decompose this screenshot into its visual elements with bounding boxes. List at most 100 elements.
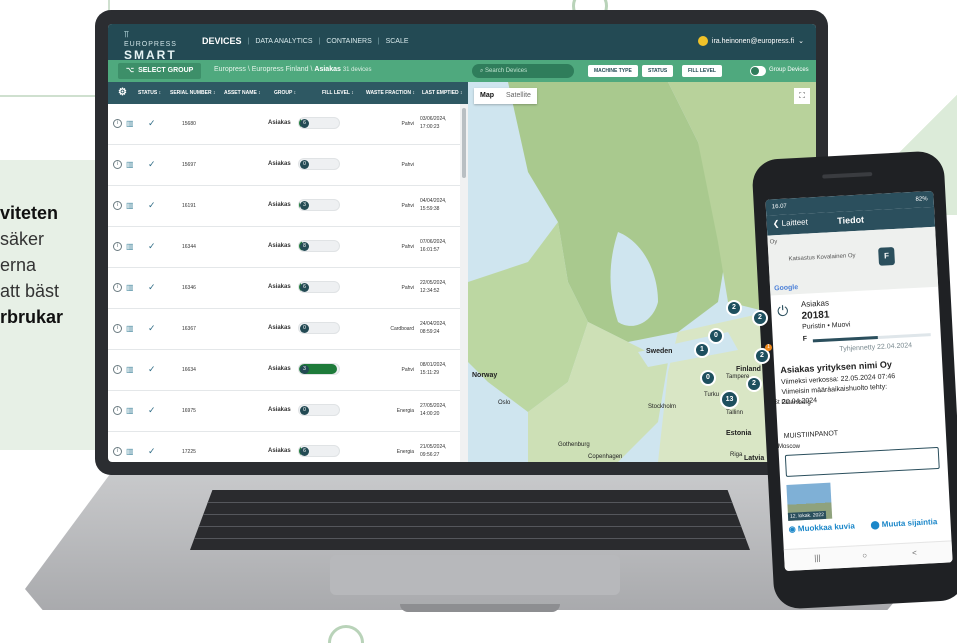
column-group[interactable]: GROUP ↕ bbox=[274, 90, 296, 96]
column-status[interactable]: STATUS ↕ bbox=[138, 90, 161, 96]
map-label-sweden: Sweden bbox=[646, 348, 673, 355]
waste-fraction: Pahvi bbox=[401, 285, 414, 291]
recent-apps-button[interactable]: ||| bbox=[814, 553, 821, 562]
last-emptied-time: 12:34:52 bbox=[420, 288, 440, 294]
breadcrumb-item[interactable]: Europress \ bbox=[214, 66, 250, 73]
filter-toolbar: ⌥ SELECT GROUP Europress \ Europress Fin… bbox=[108, 60, 816, 82]
breadcrumb-item[interactable]: Europress Finland \ bbox=[252, 66, 313, 73]
fill-level-indicator: 0 bbox=[298, 158, 340, 170]
column-fill-level[interactable]: FILL LEVEL ↕ bbox=[322, 90, 354, 96]
chart-icon[interactable]: ▥ bbox=[126, 201, 134, 210]
info-icon[interactable]: i bbox=[113, 201, 122, 210]
last-emptied-time: 17:00:23 bbox=[420, 124, 440, 130]
waste-fraction: Cardboard bbox=[390, 326, 414, 332]
main-nav: DEVICES | DATA ANALYTICS | CONTAINERS | … bbox=[202, 36, 409, 46]
map-label-estonia: Estonia bbox=[726, 430, 752, 437]
table-row[interactable]: i ▥ ✓ 16344 Asiakas 8 Pahvi 07/06/2024, 16:01:57 bbox=[108, 227, 460, 268]
info-icon[interactable]: i bbox=[113, 242, 122, 251]
map-cluster-marker[interactable]: 1 bbox=[694, 342, 710, 358]
machine-type-filter[interactable]: MACHINE TYPE bbox=[588, 65, 638, 77]
last-emptied: 03/06/2024, 17:00:23 bbox=[420, 115, 446, 131]
decorative-line bbox=[0, 95, 110, 97]
serial-number: 16975 bbox=[182, 408, 196, 414]
status-filter[interactable]: STATUS bbox=[642, 65, 674, 77]
last-emptied-date: 24/04/2024, bbox=[420, 321, 447, 327]
map-cluster-marker[interactable]: 2 bbox=[752, 310, 768, 326]
tab-satellite[interactable]: Satellite bbox=[500, 88, 537, 104]
nav-scale[interactable]: SCALE bbox=[386, 38, 409, 45]
table-row[interactable]: i ▥ ✓ 15680 Asiakas 6 Pahvi 03/06/2024, 17:00:23 bbox=[108, 104, 460, 145]
map-cluster-marker[interactable]: 2 bbox=[726, 300, 742, 316]
column-last-emptied[interactable]: LAST EMPTIED ↕ bbox=[422, 90, 463, 96]
chart-icon[interactable]: ▥ bbox=[126, 283, 134, 292]
device-photo[interactable]: 12. lokak. 2022 bbox=[786, 482, 833, 521]
notes-input[interactable] bbox=[784, 446, 940, 477]
info-icon[interactable]: i bbox=[113, 160, 122, 169]
serial-number: 16346 bbox=[182, 285, 196, 291]
user-email: ira.heinonen@europress.fi bbox=[711, 37, 795, 45]
power-icon: ⏻ bbox=[776, 302, 789, 320]
serial-number: 16367 bbox=[182, 326, 196, 332]
check-icon: ✓ bbox=[148, 446, 156, 456]
edit-photos-button[interactable]: ◉ Muokkaa kuvia bbox=[788, 521, 855, 533]
column-serial-number[interactable]: SERIAL NUMBER ↕ bbox=[170, 90, 215, 96]
user-menu[interactable]: ira.heinonen@europress.fi ⌄ bbox=[697, 36, 804, 46]
chart-icon[interactable]: ▥ bbox=[126, 447, 134, 456]
chart-icon[interactable]: ▥ bbox=[126, 406, 134, 415]
check-icon: ✓ bbox=[148, 241, 156, 251]
waste-fraction: Energia bbox=[396, 449, 414, 455]
tab-map[interactable]: Map bbox=[474, 88, 500, 104]
chart-icon[interactable]: ▥ bbox=[126, 365, 134, 374]
info-icon[interactable]: i bbox=[113, 365, 122, 374]
table-row[interactable]: i ▥ ✓ 15697 Asiakas 0 Pahvi bbox=[108, 145, 460, 186]
scrollbar-thumb[interactable] bbox=[462, 108, 466, 178]
info-icon[interactable]: i bbox=[113, 406, 122, 415]
group-devices-label: Group Devices bbox=[769, 67, 809, 73]
table-row[interactable]: i ▥ ✓ 16634 Asiakas 3 Pahvi 08/01/2024, 15:11:29 bbox=[108, 350, 460, 391]
device-table: i ▥ ✓ 15680 Asiakas 6 Pahvi 03/06/2024, 17:00:23… bbox=[108, 104, 460, 462]
change-location-button[interactable]: ⬤ Muuta sijaintia bbox=[870, 517, 937, 529]
select-group-button[interactable]: ⌥ SELECT GROUP bbox=[118, 63, 202, 79]
chart-icon[interactable]: ▥ bbox=[126, 242, 134, 251]
table-row[interactable]: i ▥ ✓ 16367 Asiakas 0 Cardboard 24/04/2024, 08:5… bbox=[108, 309, 460, 350]
group-name: Asiakas bbox=[268, 407, 291, 413]
chart-icon[interactable]: ▥ bbox=[126, 324, 134, 333]
map-cluster-marker[interactable]: 0 bbox=[700, 370, 716, 386]
chart-icon[interactable]: ▥ bbox=[126, 160, 134, 169]
info-icon[interactable]: i bbox=[113, 324, 122, 333]
europress-logo[interactable]: ⫪ EUROPRESS SMART bbox=[124, 29, 184, 62]
table-row[interactable]: i ▥ ✓ 16975 Asiakas 0 Energia 27/05/2024, 14:00:… bbox=[108, 391, 460, 432]
breadcrumb-current: Asiakas bbox=[314, 66, 341, 73]
nav-back-button[interactable]: < bbox=[912, 548, 917, 557]
last-maintenance: Viimeisin määräaikaishuolto tehty: bbox=[781, 383, 888, 397]
phone-mini-map[interactable]: Oy Katsastus Kovalainen Oy F Google bbox=[767, 226, 939, 296]
nav-devices[interactable]: DEVICES bbox=[202, 36, 242, 46]
gear-icon[interactable]: ⚙ bbox=[118, 87, 127, 98]
map-cluster-marker[interactable]: 0 bbox=[708, 328, 724, 344]
info-icon[interactable]: i bbox=[113, 119, 122, 128]
table-row[interactable]: i ▥ ✓ 17225 Asiakas 6 Energia 21/05/2024, 09:56:… bbox=[108, 432, 460, 462]
last-emptied-time: 15:59:38 bbox=[420, 206, 440, 212]
fill-level-filter[interactable]: FILL LEVEL bbox=[682, 65, 722, 77]
search-input[interactable]: ⌕ Search Devices bbox=[472, 64, 574, 78]
chart-icon[interactable]: ▥ bbox=[126, 119, 134, 128]
group-name: Asiakas bbox=[268, 243, 291, 249]
info-icon[interactable]: i bbox=[113, 283, 122, 292]
info-icon[interactable]: i bbox=[113, 447, 122, 456]
last-emptied: 22/05/2024, 12:34:52 bbox=[420, 279, 446, 295]
column-asset-name[interactable]: ASSET NAME ↕ bbox=[224, 90, 261, 96]
fill-level-number: 3 bbox=[300, 365, 309, 374]
column-waste-fraction[interactable]: WASTE FRACTION ↕ bbox=[366, 90, 415, 96]
last-emptied-date: 03/06/2024, bbox=[420, 116, 447, 122]
table-row[interactable]: i ▥ ✓ 16191 Asiakas 3 Pahvi 04/04/2024, 15:59:38 bbox=[108, 186, 460, 227]
fullscreen-icon[interactable]: ⛶ bbox=[794, 88, 810, 104]
top-navigation-bar: ⫪ EUROPRESS SMART DEVICES | DATA ANALYTI… bbox=[108, 24, 816, 62]
group-devices-toggle[interactable] bbox=[750, 66, 766, 76]
map-label-norway: Norway bbox=[472, 372, 498, 379]
map-cluster-marker[interactable]: 13 bbox=[720, 390, 739, 409]
device-marker-icon[interactable]: F bbox=[878, 246, 896, 266]
nav-data-analytics[interactable]: DATA ANALYTICS bbox=[255, 38, 312, 45]
home-button[interactable]: ○ bbox=[862, 551, 867, 560]
table-row[interactable]: i ▥ ✓ 16346 Asiakas 6 Pahvi 22/05/2024, 12:34:52 bbox=[108, 268, 460, 309]
nav-containers[interactable]: CONTAINERS bbox=[326, 38, 371, 45]
